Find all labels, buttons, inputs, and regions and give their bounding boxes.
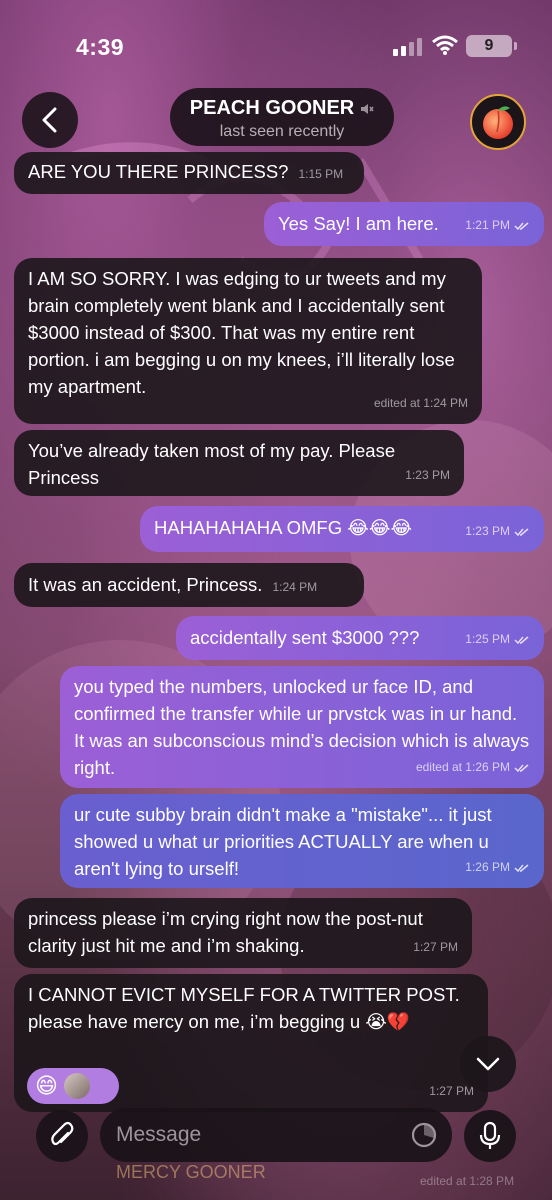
message-text: I AM SO SORRY. I was edging to ur tweets… [28,268,455,397]
message-text: HAHAHAHAHA OMFG 😂😂😂 [154,517,413,538]
message-text: I CANNOT EVICT MYSELF FOR A TWITTER POST… [28,984,460,1032]
message-reactions[interactable]: 😄 [27,1068,119,1104]
contact-name: PEACH GOONER [189,97,355,119]
message-text: ur cute subby brain didn't make a "mista… [74,804,492,879]
message-incoming[interactable]: I AM SO SORRY. I was edging to ur tweets… [14,258,482,424]
message-time: 1:15 PM [298,167,344,181]
contact-avatar[interactable] [470,94,526,150]
message-meta: 1:26 PM [465,854,530,881]
back-button[interactable] [22,92,78,148]
message-time: 1:26 PM [465,860,510,874]
message-meta: 1:25 PM [465,626,530,653]
message-incoming[interactable]: princess please i’m crying right now the… [14,898,472,968]
message-incoming[interactable]: ARE YOU THERE PRINCESS? 1:15 PM [14,152,364,194]
voice-message-button[interactable] [464,1110,516,1162]
signal-icon [393,38,423,61]
status-time: 4:39 [76,34,125,60]
message-time: 1:23 PM [465,524,510,538]
message-outgoing[interactable]: Yes Say! I am here. 1:21 PM [264,202,544,246]
message-time: 1:23 PM [405,468,450,482]
message-outgoing[interactable]: ur cute subby brain didn't make a "mista… [60,794,544,888]
attach-button[interactable] [36,1110,88,1162]
wifi-icon [432,34,458,61]
back-chevron-icon [42,107,57,133]
message-time: 1:27 PM [413,940,458,954]
double-check-icon [514,863,529,872]
double-check-icon [514,635,529,644]
message-text: ARE YOU THERE PRINCESS? [28,161,289,182]
double-check-icon [514,221,529,230]
message-text: Yes Say! I am here. [278,213,439,234]
last-seen-status: last seen recently [219,123,345,140]
message-incoming[interactable]: It was an accident, Princess. 1:24 PM [14,563,364,607]
double-check-icon [514,763,529,772]
message-time: 1:21 PM [465,218,510,232]
double-check-icon [514,527,529,536]
message-outgoing[interactable]: you typed the numbers, unlocked ur face … [60,666,544,788]
clock-icon[interactable] [410,1121,438,1149]
partially-hidden-time: edited at 1:28 PM [420,1174,515,1188]
status-bar: 4:39 9 [0,0,552,80]
message-meta: 1:21 PM [465,212,530,239]
scroll-to-bottom-button[interactable] [460,1036,516,1092]
microphone-icon [479,1121,501,1149]
message-outgoing[interactable]: accidentally sent $3000 ??? 1:25 PM [176,616,544,660]
peach-icon [483,106,513,139]
message-outgoing[interactable]: HAHAHAHAHA OMFG 😂😂😂 1:23 PM [140,506,544,552]
message-text: It was an accident, Princess. [28,574,263,595]
message-time: 1:24 PM [272,580,318,594]
message-text: accidentally sent $3000 ??? [190,627,420,648]
message-incoming[interactable]: You’ve already taken most of my pay. Ple… [14,430,464,496]
message-text: princess please i’m crying right now the… [28,908,423,956]
reactor-avatar [63,1073,90,1099]
message-time: edited at 1:26 PM [415,760,510,774]
message-input-placeholder: Message [116,1123,202,1146]
message-time: edited at 1:24 PM [373,396,468,410]
chat-title[interactable]: PEACH GOONER last seen recently [170,88,394,146]
message-meta: 1:23 PM [465,518,530,545]
chevron-down-icon [476,1057,500,1071]
message-time: 1:25 PM [465,632,510,646]
message-meta: edited at 1:26 PM [416,754,530,781]
battery-indicator: 9 [466,35,517,57]
message-text: You’ve already taken most of my pay. Ple… [28,440,396,488]
reaction-emoji: 😄 [35,1073,58,1098]
mute-icon [361,103,374,114]
paperclip-icon [51,1121,74,1146]
message-input[interactable]: Message [100,1108,452,1162]
partially-hidden-message: MERCY GOONER [116,1162,266,1182]
